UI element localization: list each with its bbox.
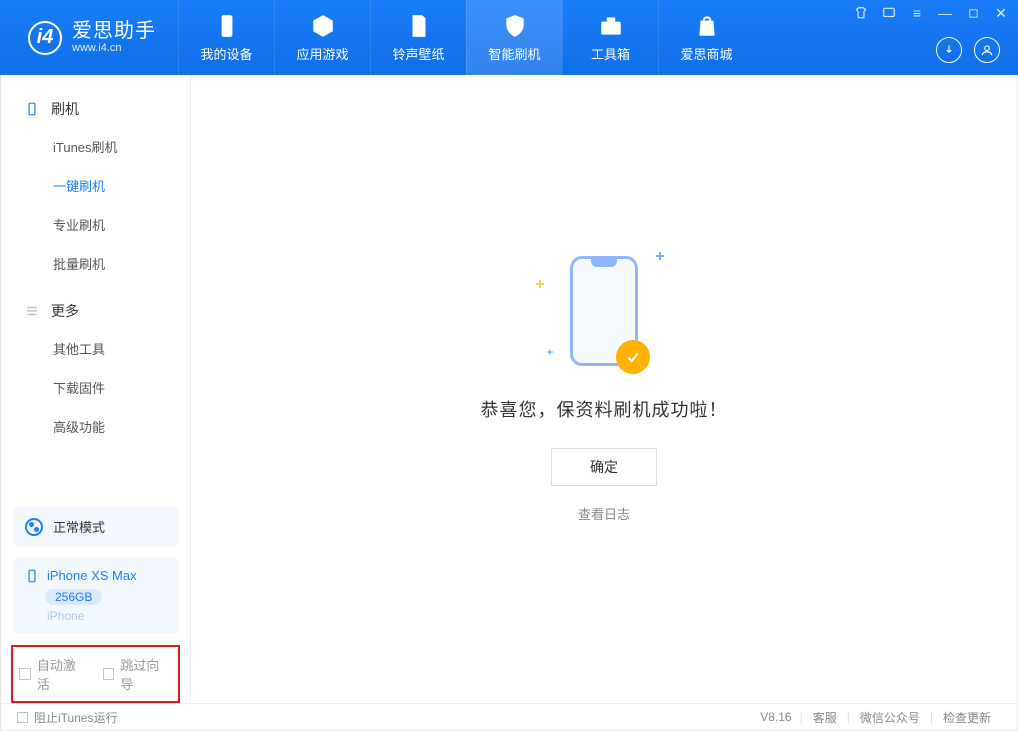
user-button[interactable]: [974, 37, 1000, 63]
sidebar: 刷机 iTunes刷机 一键刷机 专业刷机 批量刷机 更多 其他工具 下载固件 …: [1, 75, 191, 703]
tab-label: 我的设备: [200, 44, 252, 63]
device-type-label: iPhone: [47, 609, 166, 623]
sidebar-group-flash: 刷机: [1, 91, 190, 127]
checkbox-auto-activate[interactable]: 自动激活: [19, 655, 89, 693]
checkbox-icon: [103, 668, 115, 680]
mode-label: 正常模式: [53, 517, 105, 536]
tab-label: 爱思商城: [680, 44, 732, 63]
success-illustration: [570, 256, 638, 366]
header-right-actions: [936, 37, 1000, 63]
device-phone-icon: [25, 569, 39, 583]
sidebar-item-pro-flash[interactable]: 专业刷机: [1, 205, 190, 244]
minimize-button[interactable]: ―: [936, 4, 954, 22]
sidebar-item-advanced[interactable]: 高级功能: [1, 407, 190, 446]
view-log-link[interactable]: 查看日志: [578, 504, 630, 523]
main-tabs: 我的设备 应用游戏 铃声壁纸 智能刷机 工具箱 爱思商城: [178, 0, 754, 75]
phone-icon: [214, 12, 240, 40]
tab-label: 应用游戏: [296, 44, 348, 63]
highlighted-options: 自动激活 跳过向导: [11, 645, 180, 703]
footer-link-support[interactable]: 客服: [813, 709, 837, 726]
download-button[interactable]: [936, 37, 962, 63]
tab-label: 智能刷机: [488, 44, 540, 63]
version-label: V8.16: [760, 710, 791, 724]
sparkle-icon: [536, 280, 544, 288]
device-storage-badge: 256GB: [45, 589, 102, 605]
window-controls: ≡ ― ✕: [852, 4, 1010, 22]
tab-smart-flash[interactable]: 智能刷机: [466, 0, 562, 75]
tab-label: 铃声壁纸: [392, 44, 444, 63]
footer-bar: 阻止iTunes运行 V8.16 | 客服 | 微信公众号 | 检查更新: [0, 703, 1018, 731]
device-name-label: iPhone XS Max: [47, 568, 137, 583]
app-logo: i4 爱思助手 www.i4.cn: [0, 20, 178, 54]
cube-icon: [310, 12, 336, 40]
tab-my-device[interactable]: 我的设备: [178, 0, 274, 75]
footer-link-wechat[interactable]: 微信公众号: [860, 709, 920, 726]
checkbox-icon: [19, 668, 31, 680]
success-message: 恭喜您，保资料刷机成功啦！: [481, 396, 728, 422]
tab-store[interactable]: 爱思商城: [658, 0, 754, 75]
sidebar-item-itunes-flash[interactable]: iTunes刷机: [1, 127, 190, 166]
sidebar-item-download-firmware[interactable]: 下载固件: [1, 368, 190, 407]
checkbox-skip-guide[interactable]: 跳过向导: [103, 655, 173, 693]
sparkle-icon: [547, 349, 553, 355]
logo-icon: i4: [28, 21, 62, 55]
sidebar-item-other-tools[interactable]: 其他工具: [1, 329, 190, 368]
tshirt-icon[interactable]: [852, 4, 870, 22]
header-bar: i4 爱思助手 www.i4.cn 我的设备 应用游戏 铃声壁纸 智能刷机 工具…: [0, 0, 1018, 75]
tab-ringtone-wallpaper[interactable]: 铃声壁纸: [370, 0, 466, 75]
app-body: 刷机 iTunes刷机 一键刷机 专业刷机 批量刷机 更多 其他工具 下载固件 …: [0, 75, 1018, 703]
toolbox-icon: [598, 12, 624, 40]
sidebar-group-label: 更多: [51, 301, 79, 321]
checkbox-label: 阻止iTunes运行: [34, 709, 118, 726]
tab-toolbox[interactable]: 工具箱: [562, 0, 658, 75]
close-button[interactable]: ✕: [992, 4, 1010, 22]
mode-icon: [25, 518, 43, 536]
device-card[interactable]: iPhone XS Max 256GB iPhone: [13, 558, 178, 633]
sidebar-group-more: 更多: [1, 293, 190, 329]
checkbox-label: 跳过向导: [120, 655, 172, 693]
logo-title: 爱思助手: [72, 20, 156, 42]
ok-button[interactable]: 确定: [551, 448, 657, 486]
feedback-icon[interactable]: [880, 4, 898, 22]
mode-card[interactable]: 正常模式: [13, 507, 178, 546]
maximize-button[interactable]: [964, 4, 982, 22]
refresh-shield-icon: [502, 12, 528, 40]
music-file-icon: [406, 12, 432, 40]
checkbox-icon: [17, 712, 28, 723]
phone-small-icon: [25, 102, 41, 116]
tab-label: 工具箱: [591, 44, 630, 63]
footer-link-check-update[interactable]: 检查更新: [943, 709, 991, 726]
logo-subtitle: www.i4.cn: [72, 42, 156, 54]
menu-icon[interactable]: ≡: [908, 4, 926, 22]
checkbox-block-itunes[interactable]: 阻止iTunes运行: [17, 709, 118, 726]
list-icon: [25, 304, 41, 318]
checkbox-label: 自动激活: [37, 655, 89, 693]
success-check-badge-icon: [616, 340, 650, 374]
main-content: 恭喜您，保资料刷机成功啦！ 确定 查看日志: [191, 75, 1017, 703]
shopping-bag-icon: [694, 12, 720, 40]
tab-apps-games[interactable]: 应用游戏: [274, 0, 370, 75]
sidebar-item-batch-flash[interactable]: 批量刷机: [1, 244, 190, 283]
sidebar-group-label: 刷机: [51, 99, 79, 119]
sparkle-icon: [656, 252, 664, 260]
sidebar-item-oneclick-flash[interactable]: 一键刷机: [1, 166, 190, 205]
